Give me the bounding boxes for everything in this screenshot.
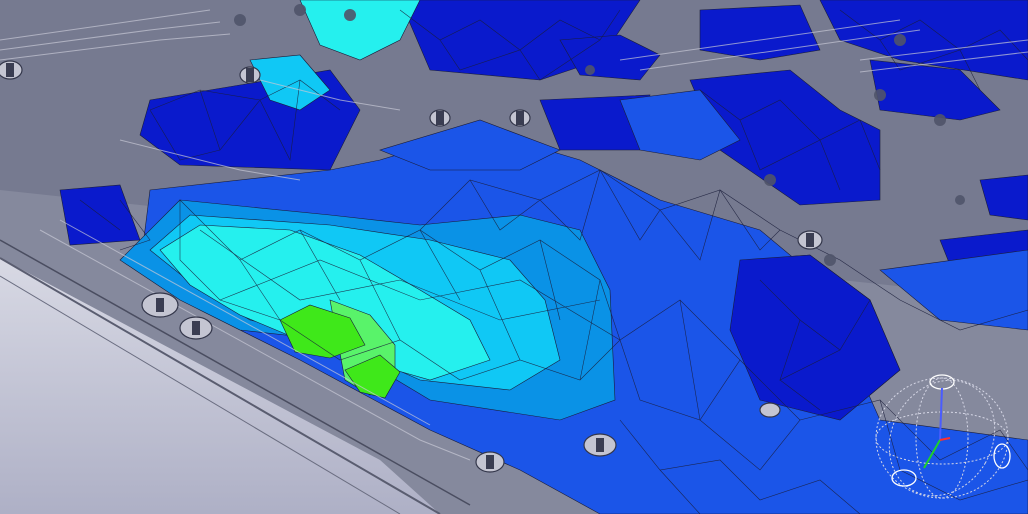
axis-x	[939, 437, 951, 441]
field-region-lowest	[699, 4, 821, 61]
orientation-sphere-icon[interactable]	[862, 368, 1022, 508]
3d-viewport[interactable]	[0, 0, 1028, 514]
axis-z	[939, 387, 943, 441]
